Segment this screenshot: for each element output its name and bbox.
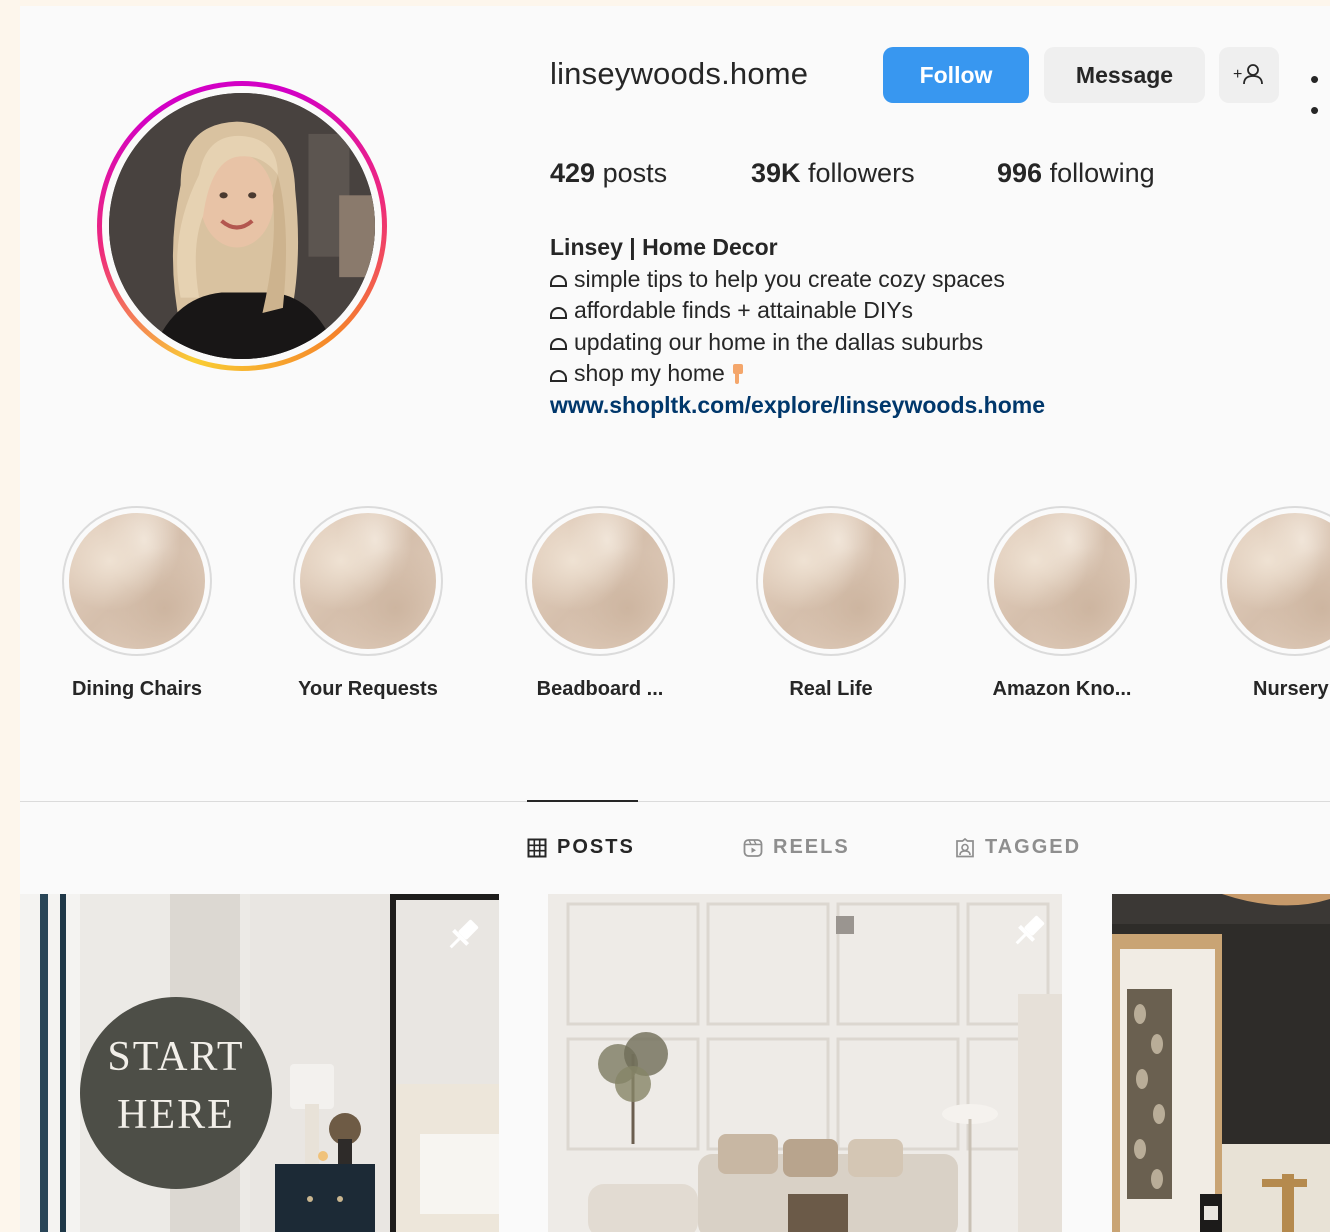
highlight-cover (300, 513, 436, 649)
profile-page: linseywoods.home Follow Message + • • 42… (20, 6, 1330, 1232)
highlight-label: Amazon Kno... (992, 678, 1132, 700)
cloud-bullet-icon (550, 275, 567, 288)
highlight-cover (994, 513, 1130, 649)
profile-bio: Linsey | Home Decor simple tips to help … (550, 232, 1045, 421)
post-thumbnail[interactable] (1112, 894, 1330, 1232)
story-highlight[interactable]: Amazon Kno... (982, 506, 1142, 701)
cloud-bullet-icon (550, 369, 567, 382)
cloud-bullet-icon (550, 338, 567, 351)
suggested-accounts-button[interactable]: + (1219, 47, 1279, 103)
reels-icon (743, 838, 763, 857)
highlight-cover (532, 513, 668, 649)
follow-button[interactable]: Follow (883, 47, 1029, 103)
add-user-icon: + (1233, 62, 1265, 88)
highlight-cover (1227, 513, 1330, 649)
profile-avatar-story-ring[interactable] (97, 81, 387, 371)
profile-username: linseywoods.home (550, 56, 809, 91)
highlight-cover (763, 513, 899, 649)
post-image: START HERE (20, 894, 499, 1232)
post-image (548, 894, 1062, 1232)
tabs-divider (20, 801, 1330, 802)
story-highlight[interactable]: Beadboard ... (520, 506, 680, 701)
bio-external-link[interactable]: www.shopltk.com/explore/linseywoods.home (550, 392, 1045, 418)
message-button[interactable]: Message (1044, 47, 1205, 103)
bio-display-name: Linsey | Home Decor (550, 234, 778, 260)
post-thumbnail[interactable]: START HERE (20, 894, 499, 1232)
highlight-label: Real Life (789, 678, 873, 700)
bio-line: affordable finds + attainable DIYs (550, 295, 1045, 327)
post-overlay-text-line2: HERE (117, 1092, 235, 1138)
story-highlight[interactable]: Dining Chairs (57, 506, 217, 701)
bio-line: shop my home (550, 358, 1045, 390)
story-highlight[interactable]: Real Life (751, 506, 911, 701)
highlight-label: Dining Chairs (71, 678, 202, 700)
bio-line: updating our home in the dallas suburbs (550, 327, 1045, 359)
grid-icon (527, 838, 547, 857)
active-tab-indicator (527, 800, 638, 802)
posts-count: 429 posts (550, 158, 668, 188)
story-highlight[interactable]: Nursery (1213, 506, 1330, 701)
bio-line: simple tips to help you create cozy spac… (550, 264, 1045, 296)
svg-text:+: + (1233, 66, 1242, 83)
highlight-cover (69, 513, 205, 649)
cloud-bullet-icon (550, 306, 567, 319)
tab-reels[interactable]: REELS (743, 836, 850, 859)
avatar-photo (109, 93, 375, 359)
tagged-icon (956, 837, 974, 857)
highlight-label: Your Requests (298, 678, 438, 700)
following-link[interactable]: 996 following (997, 158, 1155, 189)
post-thumbnail[interactable] (548, 894, 1062, 1232)
highlight-label: Nursery (1253, 678, 1329, 700)
highlight-label: Beadboard ... (536, 678, 664, 700)
pointing-down-icon (729, 362, 745, 386)
tab-tagged[interactable]: TAGGED (955, 836, 1081, 859)
post-overlay-text-line1: START (107, 1034, 244, 1080)
tab-posts[interactable]: POSTS (527, 836, 635, 859)
avatar[interactable] (109, 93, 375, 359)
post-image (1112, 894, 1330, 1232)
more-options-icon[interactable]: • • (1310, 64, 1330, 126)
story-highlight[interactable]: Your Requests (288, 506, 448, 701)
followers-link[interactable]: 39K followers (751, 158, 915, 189)
